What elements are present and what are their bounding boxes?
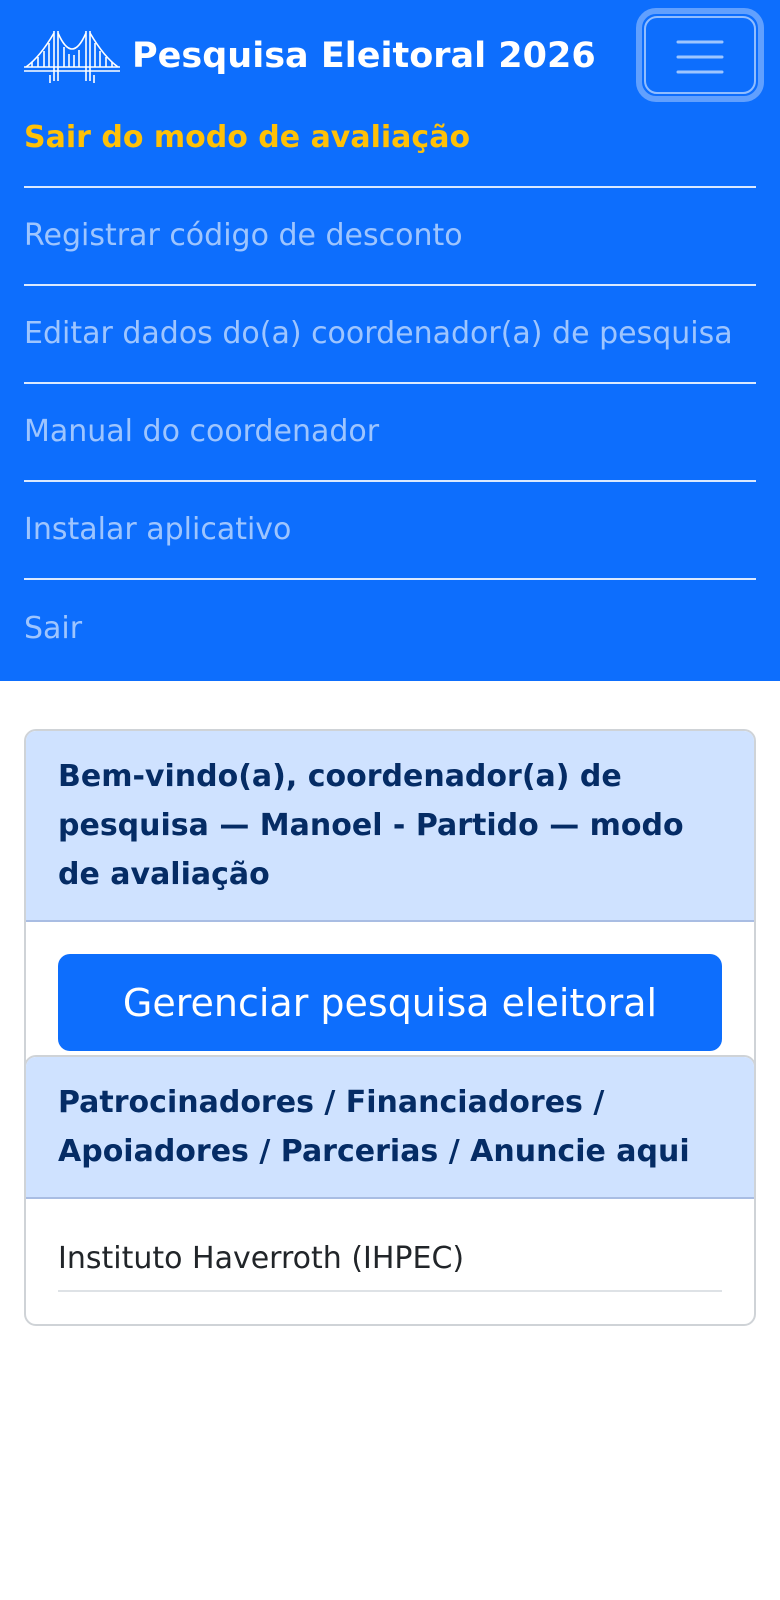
brand[interactable]: Pesquisa Eleitoral 2026 [24,26,596,86]
nav-item-discount-code: Registrar código de desconto [24,188,756,286]
nav-item-manual: Manual do coordenador [24,384,756,482]
page-title: Pesquisa Eleitoral 2026 [132,36,596,76]
welcome-card: Bem-vindo(a), coordenador(a) de pesquisa… [24,729,756,1085]
logout-link[interactable]: Sair [24,614,82,644]
sponsors-card-header: Patrocinadores / Financiadores / Apoiado… [26,1057,754,1199]
bridge-icon [24,31,120,83]
sponsors-card-body: Instituto Haverroth (IHPEC) [26,1199,754,1324]
navbar-toggler-button[interactable] [636,8,764,102]
nav-item-logout: Sair [24,580,756,678]
register-discount-code-link[interactable]: Registrar código de desconto [24,221,463,251]
nav-menu: Sair do modo de avaliação Registrar códi… [24,90,756,678]
nav-item-install-app: Instalar aplicativo [24,482,756,580]
welcome-card-header: Bem-vindo(a), coordenador(a) de pesquisa… [26,731,754,922]
manage-survey-button[interactable]: Gerenciar pesquisa eleitoral [58,954,722,1051]
exit-evaluation-link[interactable]: Sair do modo de avaliação [24,123,470,153]
nav-item-edit-coordinator: Editar dados do(a) coordenador(a) de pes… [24,286,756,384]
nav-item-exit-evaluation: Sair do modo de avaliação [24,90,756,188]
list-item[interactable]: Instituto Haverroth (IHPEC) [58,1229,722,1292]
sponsors-card: Patrocinadores / Financiadores / Apoiado… [24,1055,756,1326]
navbar: Pesquisa Eleitoral 2026 Sair do modo de … [0,0,780,681]
install-app-link[interactable]: Instalar aplicativo [24,515,291,545]
coordinator-manual-link[interactable]: Manual do coordenador [24,417,379,447]
hamburger-icon [676,40,724,74]
edit-coordinator-link[interactable]: Editar dados do(a) coordenador(a) de pes… [24,319,733,349]
